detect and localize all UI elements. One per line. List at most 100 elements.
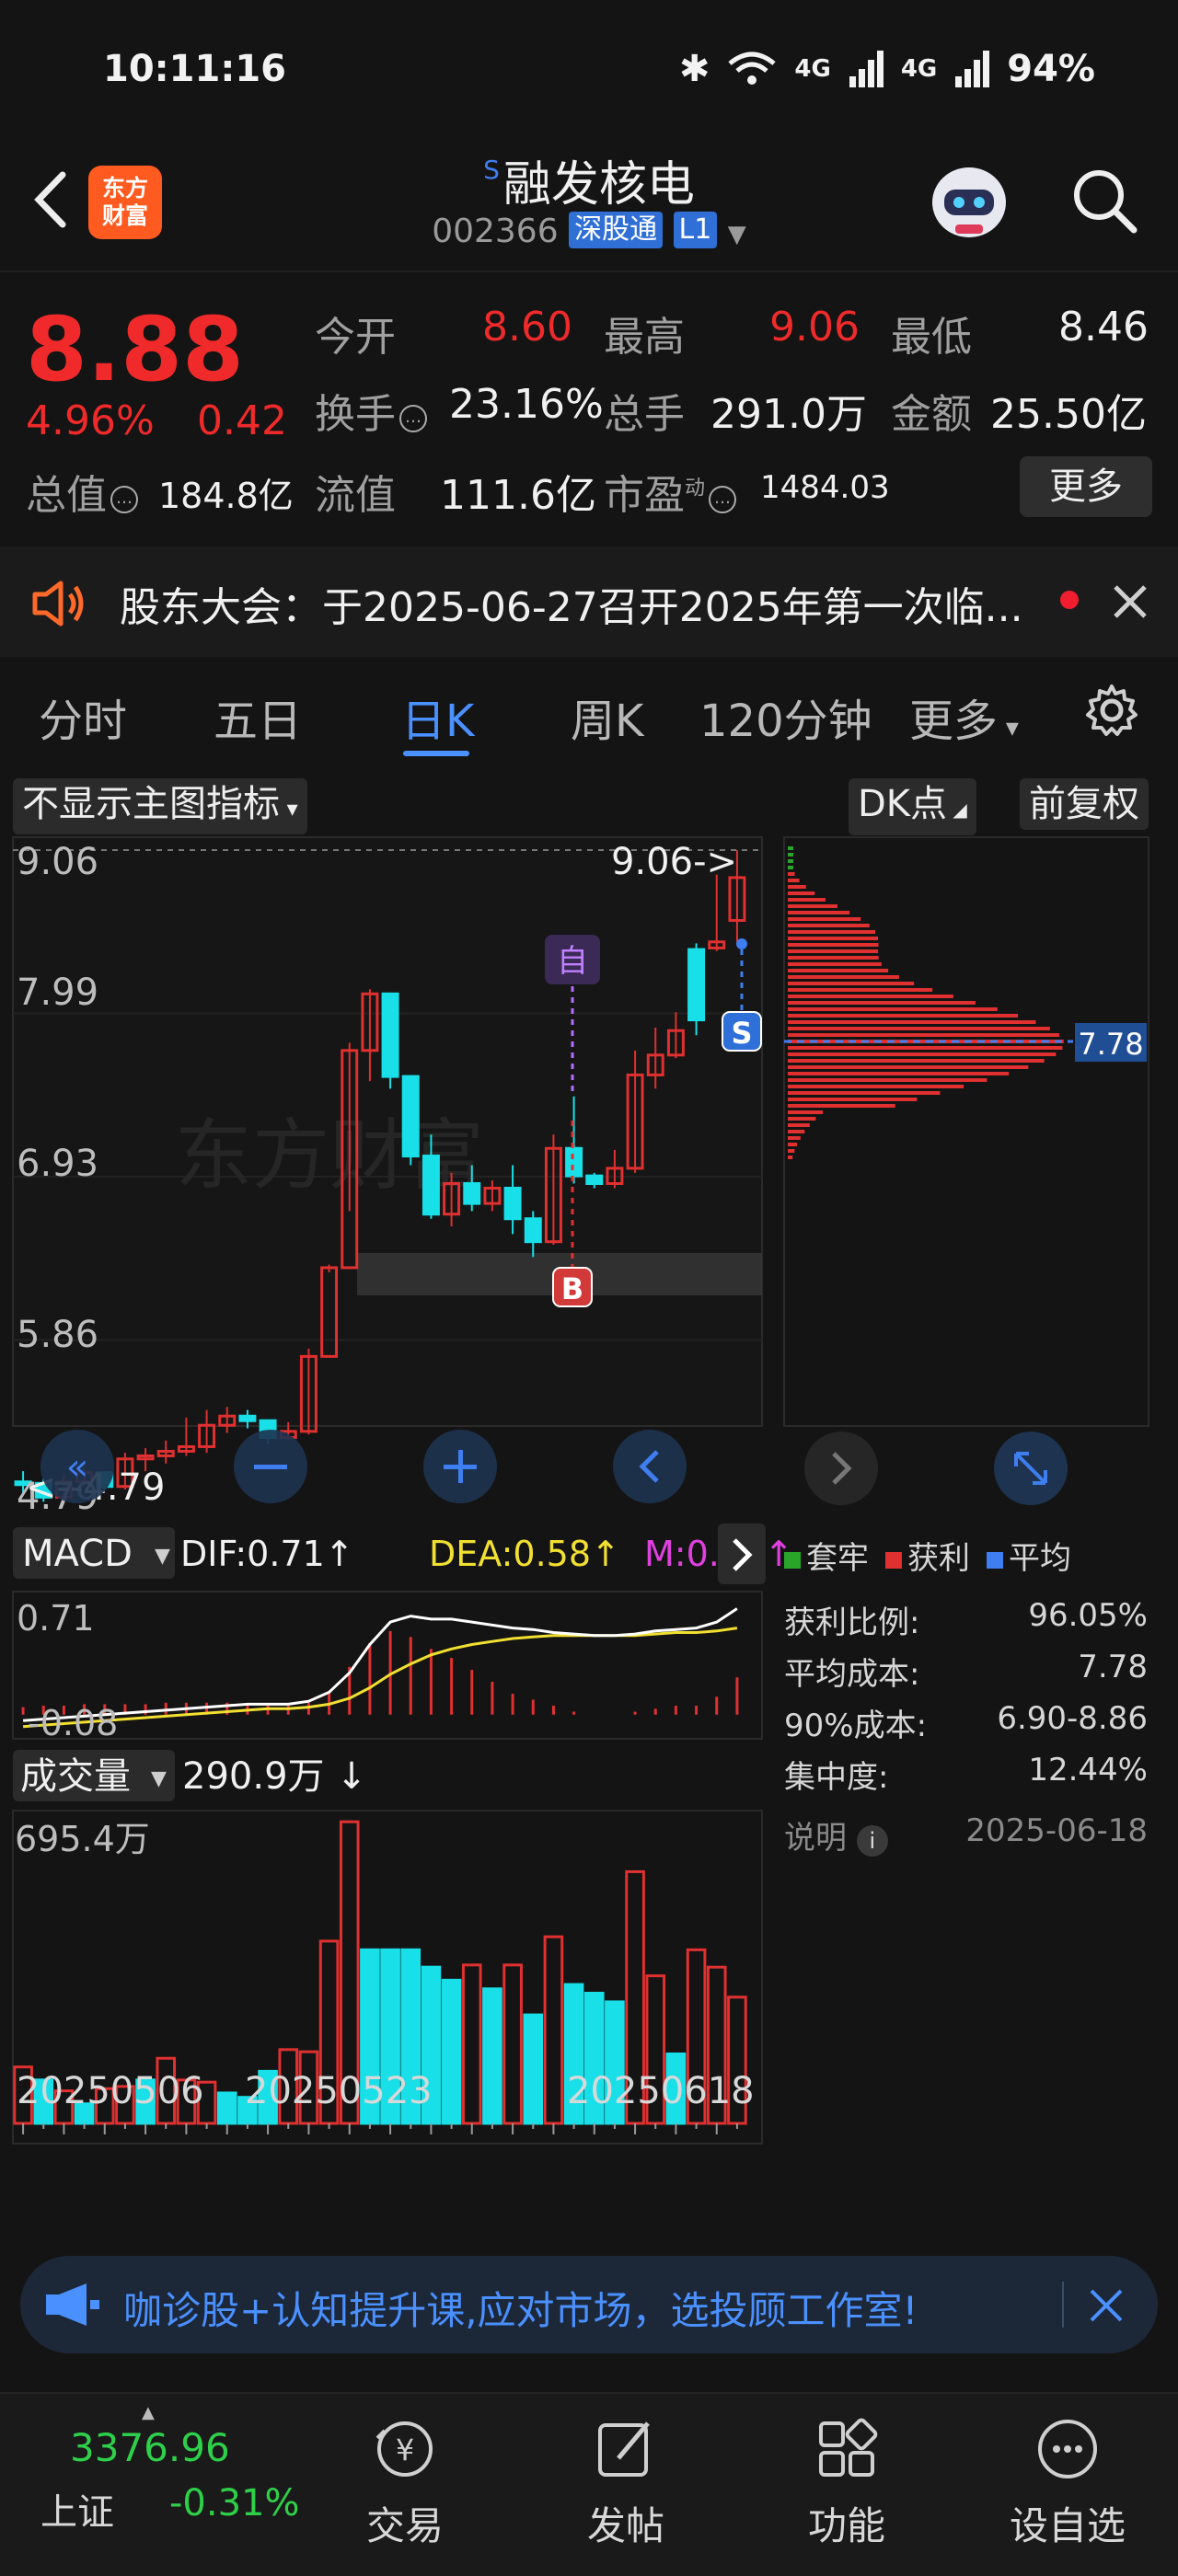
- index-value: 3376.96: [70, 2425, 230, 2470]
- bottom-nav: ▲ 3376.96 上证 -0.31% ¥ 交易 发帖 功能 设自选: [0, 2392, 1178, 2576]
- chip-note[interactable]: 说明 i: [784, 1812, 888, 1857]
- y-tick-4: 5.86: [17, 1314, 98, 1356]
- ad-divider: [1062, 2282, 1064, 2328]
- indicator-select[interactable]: 不显示主图指标 ▾: [13, 778, 307, 834]
- fullscreen-button[interactable]: [994, 1432, 1068, 1505]
- chip-bar: [788, 949, 879, 953]
- more-quote-button[interactable]: 更多: [1020, 456, 1152, 517]
- profit-ratio-row: 获利比例: 96.05%: [784, 1597, 1148, 1641]
- notice-bar[interactable]: 股东大会：于2025-06-27召开2025年第一次临...: [0, 546, 1178, 657]
- scroll-left-fast-button[interactable]: «: [40, 1430, 114, 1503]
- close-icon[interactable]: [1088, 2287, 1125, 2324]
- x-tick-2: 20250523: [245, 2070, 433, 2112]
- chip-bar: [788, 872, 795, 876]
- chip-bar: [788, 911, 850, 914]
- speaker-icon: [32, 581, 84, 627]
- buy-marker-label: B: [561, 1271, 583, 1306]
- chip-bar: [788, 1059, 1045, 1063]
- chip-bar: [788, 1110, 824, 1114]
- chip-bar: [788, 1007, 998, 1011]
- y-tick-max: 9.06: [17, 841, 98, 883]
- nav-add-watchlist[interactable]: 设自选: [994, 2414, 1141, 2551]
- scroll-left-button[interactable]: [613, 1430, 687, 1503]
- info-icon[interactable]: …: [709, 486, 737, 513]
- candle-body: [565, 1146, 583, 1178]
- nav-post[interactable]: 发帖: [552, 2414, 699, 2551]
- last-price: 8.88: [26, 298, 244, 401]
- concentration-row: 集中度: 12.44%: [784, 1752, 1148, 1796]
- chip-bar: [788, 1117, 816, 1121]
- amount-label: 金额: [891, 391, 972, 438]
- macd-next-button[interactable]: [718, 1524, 766, 1584]
- tab-daily-k[interactable]: 日K: [401, 684, 474, 749]
- double-chevron-left-icon: «: [66, 1446, 88, 1489]
- chip-bar: [788, 898, 826, 902]
- avg-cost-label: 7.78: [1078, 1027, 1143, 1062]
- legend-average: 平均: [987, 1533, 1071, 1578]
- volume-select-label: 成交量: [20, 1755, 131, 1798]
- volume-bar: [523, 2013, 544, 2125]
- chip-bar: [788, 1143, 798, 1146]
- chip-bar: [788, 1091, 941, 1095]
- chip-bar: [788, 859, 793, 863]
- open-value: 8.60: [482, 304, 572, 351]
- index-change: -0.31%: [169, 2482, 300, 2524]
- active-tab-underline: [403, 751, 469, 756]
- chip-bar: [788, 1156, 793, 1159]
- ad-text: 咖诊股+认知提升课,应对市场，选投顾工作室!: [123, 2288, 918, 2333]
- search-icon[interactable]: [1068, 164, 1141, 237]
- notice-text: 股东大会：于2025-06-27召开2025年第一次临...: [120, 584, 1023, 631]
- caret-down-icon: ▼: [155, 1545, 170, 1568]
- chip-bar: [788, 904, 837, 908]
- trade-icon: ¥: [375, 2421, 433, 2477]
- close-icon[interactable]: [1110, 581, 1150, 622]
- chip-bar: [788, 885, 806, 889]
- chip-bar: [788, 1052, 1057, 1056]
- chip-scroll-right-button[interactable]: [804, 1432, 878, 1505]
- chip-bar: [788, 1027, 1050, 1030]
- tab-more[interactable]: 更多 ▾: [909, 684, 1019, 749]
- robot-assistant-icon[interactable]: [918, 156, 1020, 248]
- chip-bar: [788, 969, 889, 972]
- chip-bar: [788, 975, 899, 979]
- info-icon[interactable]: …: [110, 486, 138, 513]
- y-tick-2: 7.99: [17, 972, 98, 1014]
- level-tag: L1: [673, 212, 718, 248]
- chip-bar: [788, 988, 933, 992]
- tab-weekly-k[interactable]: 周K: [571, 684, 643, 749]
- high-label: 最高: [604, 314, 685, 361]
- sell-marker-label: S: [731, 1016, 752, 1051]
- candle-body: [524, 1217, 542, 1244]
- chevron-down-icon: ▼: [727, 221, 746, 248]
- zoom-in-button[interactable]: [423, 1430, 497, 1503]
- adjust-select[interactable]: 前复权: [1020, 778, 1149, 830]
- info-icon: i: [856, 1825, 888, 1857]
- chip-bar: [788, 1078, 987, 1082]
- more-dots-icon: [1038, 2420, 1097, 2478]
- volume-bar: [216, 2091, 237, 2125]
- dea-value: DEA:0.58↑: [429, 1534, 620, 1574]
- tab-120min[interactable]: 120分钟: [699, 684, 872, 749]
- max-price-label: 9.06->: [611, 841, 737, 883]
- chip-bar: [788, 853, 793, 857]
- float-value: 111.6亿: [440, 472, 596, 519]
- nav-trade[interactable]: ¥ 交易: [331, 2414, 479, 2551]
- index-ticker[interactable]: ▲ 3376.96 上证 -0.31%: [0, 2394, 300, 2576]
- chip-bar: [788, 937, 879, 940]
- candle-body: [585, 1174, 604, 1185]
- candle-body: [422, 1155, 440, 1216]
- tab-intraday[interactable]: 分时: [39, 684, 127, 749]
- tab-five-day[interactable]: 五日: [214, 684, 302, 749]
- cost-90-row: 90%成本: 6.90-8.86: [784, 1700, 1148, 1744]
- ad-banner[interactable]: 咖诊股+认知提升课,应对市场，选投顾工作室!: [20, 2256, 1158, 2353]
- chip-bar: [788, 879, 800, 882]
- volume-label: 总手: [604, 391, 685, 438]
- quote-panel: 8.88 4.96% 0.42 今开 8.60 最高 9.06 最低 8.46 …: [0, 272, 1178, 539]
- change-percent: 4.96%: [26, 397, 155, 444]
- chip-bar: [788, 1104, 895, 1108]
- gear-icon[interactable]: [1084, 683, 1139, 738]
- info-icon[interactable]: …: [399, 405, 427, 432]
- zoom-out-button[interactable]: [234, 1430, 307, 1503]
- nav-functions[interactable]: 功能: [773, 2414, 920, 2551]
- dk-point-select[interactable]: DK点 ◢: [849, 778, 976, 835]
